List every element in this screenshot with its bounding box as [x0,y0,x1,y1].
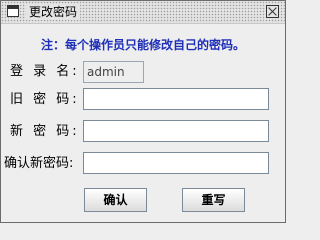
old-password-field[interactable] [83,88,269,110]
notice-text: 注：每个操作员只能修改自己的密码。 [40,38,245,52]
window-icon [7,5,19,17]
username-label: 登 录 名: [10,64,80,79]
username-field: admin [83,61,144,83]
confirm-password-field[interactable] [83,152,269,174]
reset-button[interactable]: 重写 [182,188,245,212]
old-password-label: 旧 密 码: [10,92,80,107]
new-password-field[interactable] [83,120,269,142]
new-password-label: 新 密 码: [10,124,80,139]
title-bar[interactable]: 更改密码 [1,1,285,24]
change-password-dialog: 更改密码 注：每个操作员只能修改自己的密码。 登 录 名: admin 旧 密 … [0,0,286,223]
confirm-password-label: 确认新密码: [4,156,74,171]
confirm-button[interactable]: 确认 [84,188,147,212]
close-icon[interactable] [266,5,279,18]
window-title: 更改密码 [26,4,81,20]
